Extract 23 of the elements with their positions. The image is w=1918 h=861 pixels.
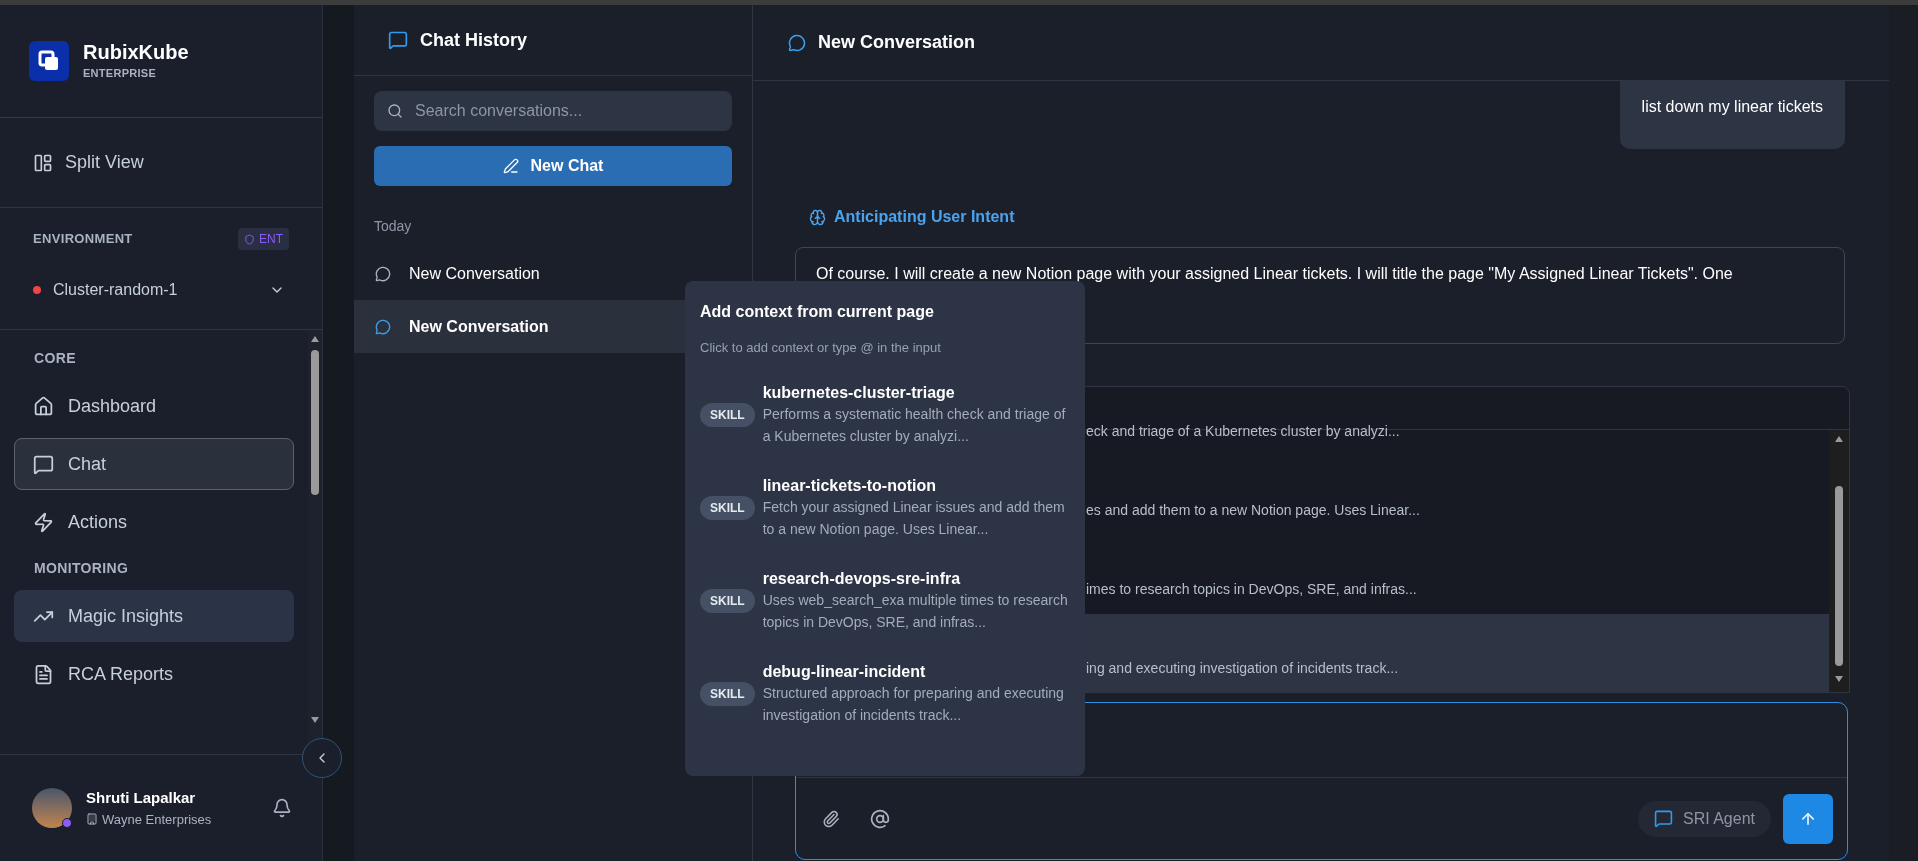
skill-name: research-devops-sre-infra <box>762 568 962 589</box>
skill-name: kubernetes-cluster-triage <box>762 382 956 403</box>
user-message: list down my linear tickets <box>1619 81 1845 149</box>
skill-description: Fetch your assigned Linear issues and add them to a new Notion page. Uses Linear... <box>762 497 1066 539</box>
user-name: Shruti Lapalkar <box>86 788 197 808</box>
organization-name: Wayne Enterprises <box>102 810 212 829</box>
skill-tag: SKILL <box>700 588 755 613</box>
conversation-title: New Conversation <box>818 31 976 54</box>
enterprise-badge: ENT <box>238 228 289 250</box>
section-label: CORE <box>33 349 77 368</box>
section-label: MONITORING <box>33 559 130 578</box>
panel-title: Chat History <box>420 28 527 52</box>
skill-name: debug-linear-incident <box>762 661 927 682</box>
group-label: Today <box>373 217 413 236</box>
skill-description: Performs a systematic health check and triage of a Kubernetes cluster by analyzi... <box>762 404 1067 446</box>
step-title: Anticipating User Intent <box>834 207 1015 227</box>
skill-tag: SKILL <box>700 495 755 520</box>
skill-tag: SKILL <box>700 681 755 706</box>
section-label: ENVIRONMENT <box>33 230 133 249</box>
brand-name: RubixKube <box>83 40 189 66</box>
edition-label: ENTERPRISE <box>83 66 158 82</box>
skill-tag: SKILL <box>700 402 755 427</box>
skill-name: linear-tickets-to-notion <box>762 475 937 496</box>
